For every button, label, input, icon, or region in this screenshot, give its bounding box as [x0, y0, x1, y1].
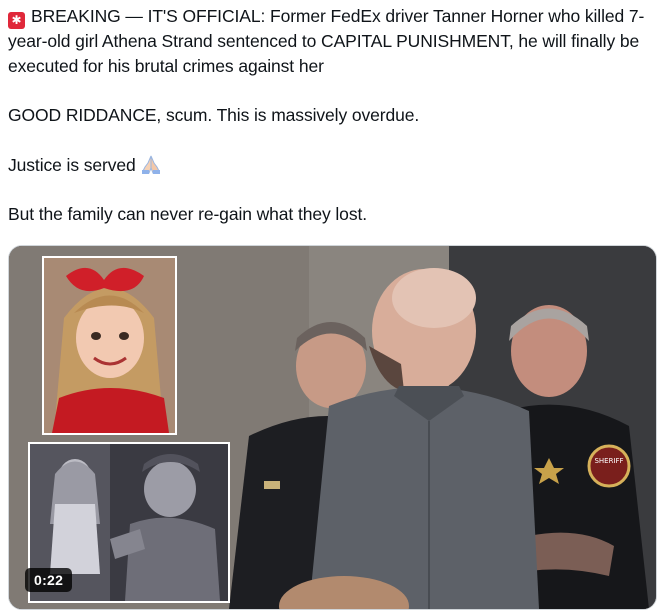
post-line-3: Justice is served — [8, 153, 658, 178]
post-line-3-text: Justice is served — [8, 154, 136, 175]
post-headline: ✱ BREAKING — IT'S OFFICIAL: Former FedEx … — [8, 4, 658, 78]
post-headline-text: BREAKING — IT'S OFFICIAL: Former FedEx d… — [8, 6, 645, 76]
siren-icon: ✱ — [8, 12, 25, 29]
post-line-2: GOOD RIDDANCE, scum. This is massively o… — [8, 105, 420, 125]
girl-portrait-inset — [42, 256, 177, 435]
video-duration-badge: 0:22 — [25, 568, 73, 592]
video-player[interactable]: SHERIFF 0:22 — [8, 245, 657, 610]
sheriff-badge-text: SHERIFF — [594, 457, 623, 465]
girl-portrait-image — [44, 258, 175, 433]
folded-hands-icon — [141, 155, 160, 174]
post-line-4: But the family can never re-gain what th… — [8, 204, 367, 224]
post-body: ✱ BREAKING — IT'S OFFICIAL: Former FedEx … — [8, 4, 658, 227]
